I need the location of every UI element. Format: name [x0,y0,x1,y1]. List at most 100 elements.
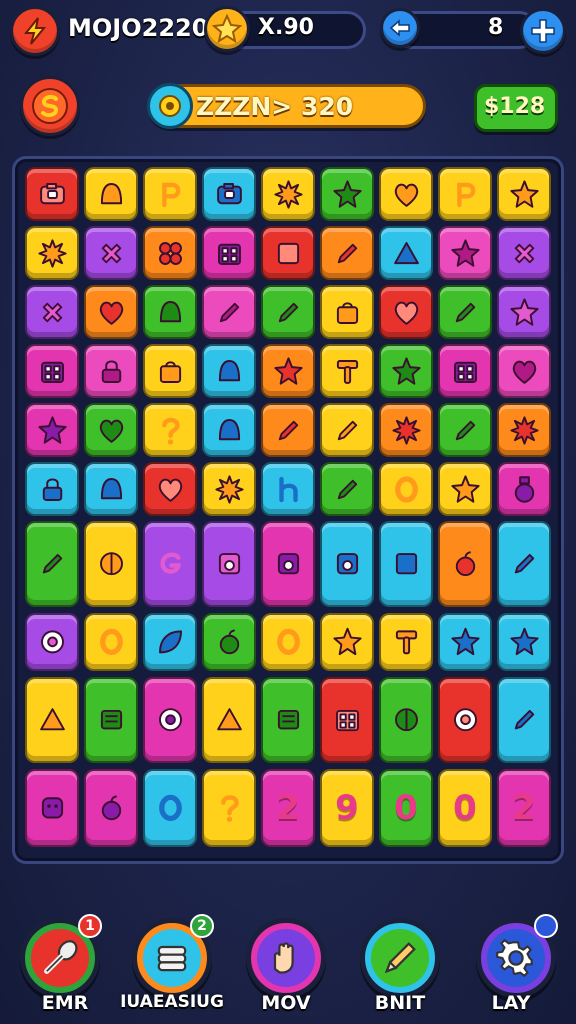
board-tile[interactable] [84,403,138,457]
grid-icon [40,361,64,383]
board-tile[interactable] [379,403,433,457]
board-tile[interactable] [202,613,256,671]
board-tile[interactable] [25,677,79,763]
board-tile[interactable] [143,344,197,398]
board-tile[interactable] [320,462,374,516]
board-tile[interactable] [84,226,138,280]
board-tile[interactable] [320,285,374,339]
board-tile[interactable] [320,677,374,763]
board-tile[interactable] [202,462,256,516]
board-tile[interactable] [438,613,492,671]
tool-button-bnit[interactable] [360,918,440,998]
board-tile[interactable] [438,226,492,280]
board-tile[interactable] [261,403,315,457]
board-tile[interactable] [497,521,551,607]
board-tile[interactable] [261,344,315,398]
board-tile[interactable] [25,521,79,607]
board-tile[interactable] [202,521,256,607]
board-tile[interactable]: 0 [438,769,492,847]
board-tile[interactable] [379,521,433,607]
board-tile[interactable] [143,167,197,221]
board-tile[interactable] [497,677,551,763]
board-tile[interactable] [25,403,79,457]
board-tile[interactable] [320,403,374,457]
board-tile[interactable] [202,344,256,398]
board-tile[interactable] [438,167,492,221]
board-tile[interactable] [379,462,433,516]
add-moves-button[interactable] [520,8,566,54]
board-tile[interactable] [320,613,374,671]
board-tile[interactable] [497,226,551,280]
board-tile[interactable] [379,613,433,671]
tool-button-mov[interactable] [246,918,326,998]
board-tile[interactable] [143,226,197,280]
board-tile[interactable] [320,167,374,221]
coin-shop-button[interactable] [20,76,80,136]
board-tile[interactable] [438,521,492,607]
board-tile[interactable] [438,462,492,516]
board-tile[interactable]: 0 [379,769,433,847]
board-tile[interactable] [143,403,197,457]
board-tile[interactable] [143,521,197,607]
board-tile[interactable] [320,226,374,280]
board-tile[interactable] [25,167,79,221]
board-tile[interactable] [320,521,374,607]
board-tile[interactable] [84,521,138,607]
board-tile[interactable] [143,613,197,671]
board-tile[interactable] [202,226,256,280]
board-tile[interactable] [25,769,79,847]
board-tile[interactable] [497,462,551,516]
board-tile[interactable] [261,462,315,516]
board-tile[interactable] [497,613,551,671]
board-tile[interactable] [202,167,256,221]
board-tile[interactable] [261,677,315,763]
board-tile[interactable] [202,677,256,763]
board-tile[interactable] [438,403,492,457]
gear-icon [496,938,533,978]
board-tile[interactable] [438,677,492,763]
board-tile[interactable] [379,344,433,398]
board-tile[interactable] [25,226,79,280]
board-tile[interactable]: 9 [320,769,374,847]
board-tile[interactable] [143,285,197,339]
board-tile[interactable] [84,344,138,398]
lightning-button[interactable] [10,6,60,56]
board-tile[interactable] [261,613,315,671]
board-tile[interactable] [84,462,138,516]
board-tile[interactable] [261,521,315,607]
board-tile[interactable] [84,677,138,763]
heart-icon [394,183,418,207]
board-tile[interactable] [438,285,492,339]
board-tile[interactable] [25,285,79,339]
board-tile[interactable] [25,344,79,398]
board-tile[interactable] [25,613,79,671]
board-tile[interactable] [497,167,551,221]
board-tile[interactable] [320,344,374,398]
board-tile[interactable] [143,677,197,763]
board-tile[interactable] [202,769,256,847]
board-tile[interactable] [261,285,315,339]
board-tile[interactable] [379,226,433,280]
board-tile[interactable] [379,677,433,763]
board-tile[interactable] [84,167,138,221]
board-tile[interactable] [143,769,197,847]
board-tile[interactable] [261,226,315,280]
board-tile[interactable] [497,344,551,398]
board-tile[interactable] [143,462,197,516]
board-tile[interactable] [84,769,138,847]
board-tile[interactable] [25,462,79,516]
board-tile[interactable] [379,285,433,339]
bell-icon [100,182,122,204]
board-tile[interactable]: 2 [261,769,315,847]
board-tile[interactable] [261,167,315,221]
board-tile[interactable] [438,344,492,398]
board-tile[interactable] [379,167,433,221]
board-tile[interactable] [497,403,551,457]
back-button[interactable] [380,8,420,48]
board-tile[interactable] [497,285,551,339]
board-tile[interactable] [202,285,256,339]
board-tile[interactable] [84,613,138,671]
board-tile[interactable]: 2 [497,769,551,847]
board-tile[interactable] [84,285,138,339]
board-tile[interactable] [202,403,256,457]
